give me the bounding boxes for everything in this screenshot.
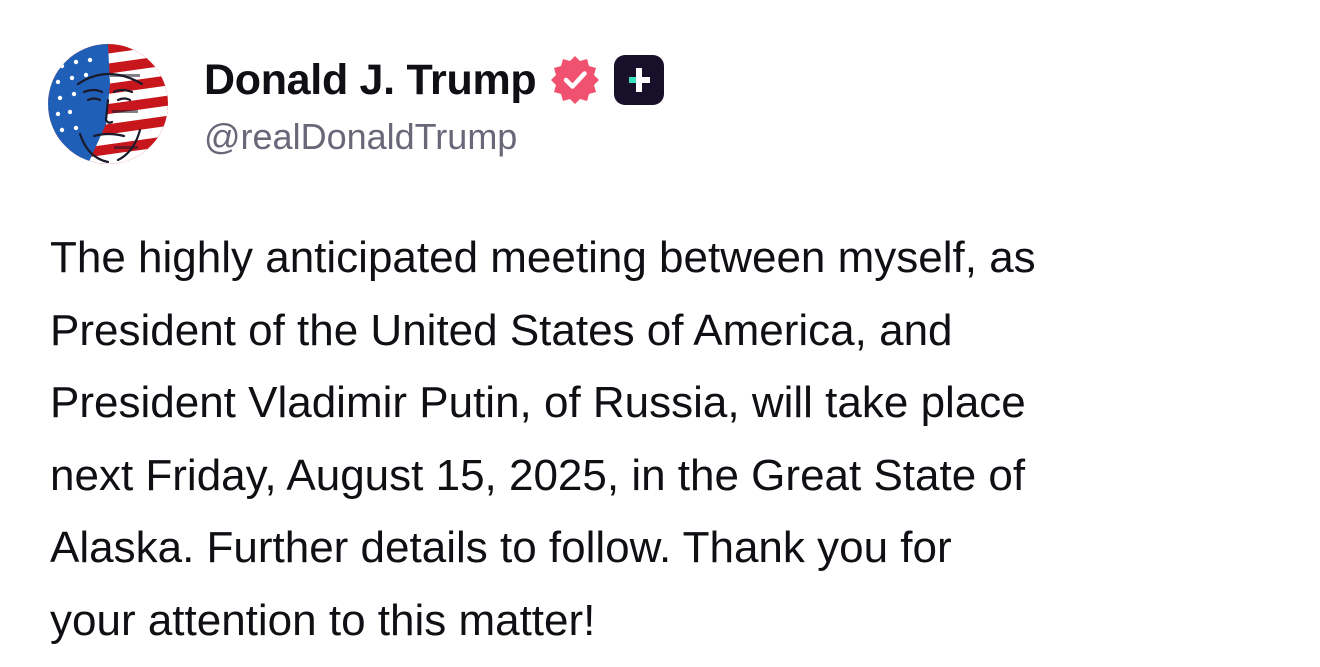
avatar[interactable] xyxy=(48,44,168,164)
user-handle[interactable]: @realDonaldTrump xyxy=(204,116,664,158)
display-name[interactable]: Donald J. Trump xyxy=(204,56,537,105)
avatar-image xyxy=(48,44,168,164)
post-card: Donald J. Trump @realDonaldTrump The hig… xyxy=(0,0,1320,667)
post-text-line: The highly anticipated meeting between m… xyxy=(50,233,1036,282)
post-body: The highly anticipated meeting between m… xyxy=(50,222,1300,657)
verified-badge-icon xyxy=(548,53,602,107)
post-text-line: President of the United States of Americ… xyxy=(50,305,953,355)
post-text-line: your attention to this matter! xyxy=(50,595,596,645)
name-row: Donald J. Trump xyxy=(204,52,665,108)
truth-plus-icon xyxy=(614,55,665,105)
post-header: Donald J. Trump @realDonaldTrump xyxy=(204,52,665,162)
post-text-line: Alaska. Further details to follow. Thank… xyxy=(50,523,952,572)
post-text-line: next Friday, August 15, 2025, in the Gre… xyxy=(50,450,1026,500)
post-text-line: President Vladimir Putin, of Russia, wil… xyxy=(50,378,1026,427)
